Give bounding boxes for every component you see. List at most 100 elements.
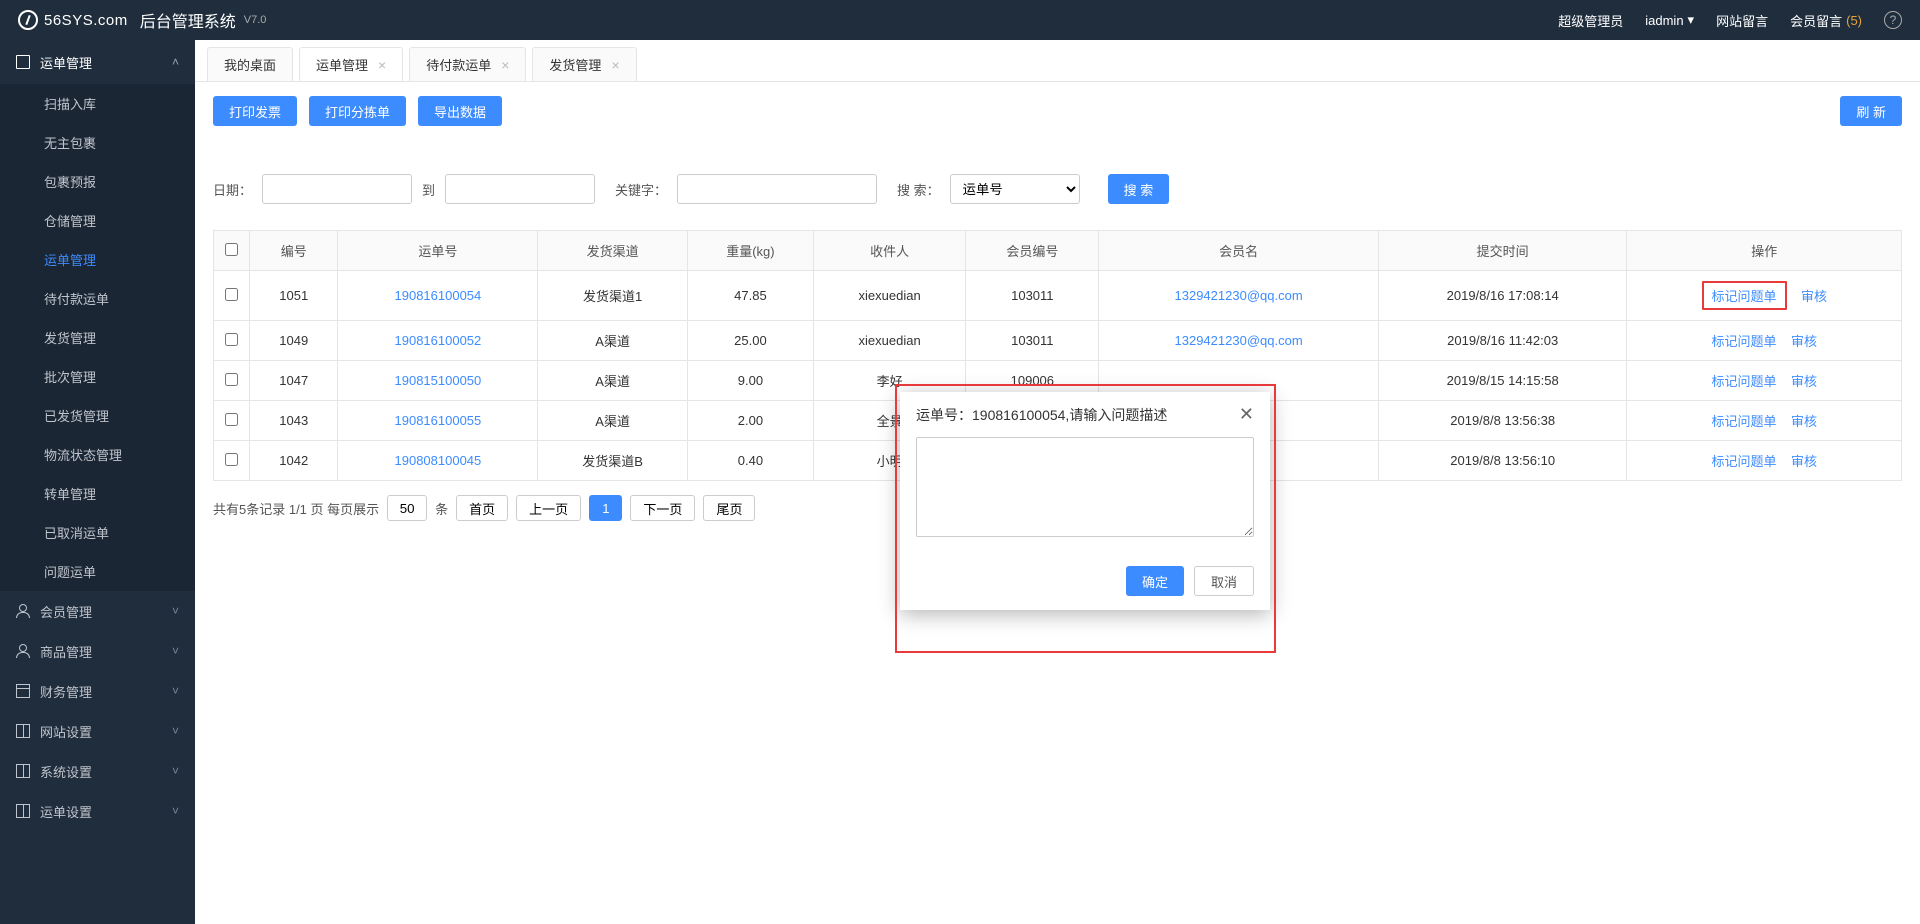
tab[interactable]: 运单管理× <box>299 47 403 81</box>
dialog-close-button[interactable]: ✕ <box>1239 404 1254 425</box>
audit-link[interactable]: 审核 <box>1791 414 1817 429</box>
print-sort-button[interactable]: 打印分拣单 <box>309 96 406 126</box>
audit-link[interactable]: 审核 <box>1791 334 1817 349</box>
keyword-input[interactable] <box>677 174 877 204</box>
problem-desc-textarea[interactable] <box>916 437 1254 537</box>
member-link[interactable]: 1329421230@qq.com <box>1175 288 1303 303</box>
date-to-label: 到 <box>422 180 435 199</box>
page-last-button[interactable]: 尾页 <box>703 495 755 521</box>
mark-problem-link[interactable]: 标记问题单 <box>1712 454 1777 469</box>
row-checkbox[interactable] <box>225 413 238 426</box>
pagination-unit: 条 <box>435 499 448 518</box>
sidebar-item[interactable]: 运单管理 <box>0 240 195 279</box>
menu-icon <box>16 644 30 658</box>
tab-close-icon[interactable]: × <box>378 57 386 73</box>
date-from-input[interactable] <box>262 174 412 204</box>
row-checkbox[interactable] <box>225 373 238 386</box>
print-invoice-button[interactable]: 打印发票 <box>213 96 297 126</box>
sidebar-item[interactable]: 扫描入库 <box>0 84 195 123</box>
sidebar-item[interactable]: 物流状态管理 <box>0 435 195 474</box>
page-prev-button[interactable]: 上一页 <box>516 495 581 521</box>
date-label: 日期： <box>213 180 252 199</box>
mark-problem-link[interactable]: 标记问题单 <box>1712 289 1777 304</box>
chevron-down-icon: ˅ <box>172 724 179 738</box>
menu-icon <box>16 804 30 818</box>
help-button[interactable]: ? <box>1884 11 1902 29</box>
sidebar-head-waybill[interactable]: 运单管理 ˄ <box>0 40 195 84</box>
sidebar-item[interactable]: 运单设置˅ <box>0 791 195 831</box>
menu-icon <box>16 764 30 778</box>
member-messages-label: 会员留言 <box>1790 11 1842 30</box>
search-by-label: 搜 索： <box>897 180 940 199</box>
row-checkbox[interactable] <box>225 453 238 466</box>
waybill-link[interactable]: 190816100054 <box>395 288 482 303</box>
toolbar: 打印发票 打印分拣单 导出数据 刷 新 <box>213 96 1902 126</box>
table-row: 1049190816100052A渠道25.00xiexuedian103011… <box>214 321 1902 361</box>
user-menu[interactable]: iadmin ▾ <box>1645 12 1694 28</box>
tab-close-icon[interactable]: × <box>501 57 509 73</box>
sidebar-item[interactable]: 网站设置˅ <box>0 711 195 751</box>
sidebar-item[interactable]: 会员管理˅ <box>0 591 195 631</box>
tab-close-icon[interactable]: × <box>611 57 619 73</box>
mark-problem-link[interactable]: 标记问题单 <box>1712 414 1777 429</box>
sidebar-item[interactable]: 包裹预报 <box>0 162 195 201</box>
row-checkbox[interactable] <box>225 333 238 346</box>
help-icon: ? <box>1884 11 1902 29</box>
sidebar-item[interactable]: 已取消运单 <box>0 513 195 552</box>
dialog-title: 运单号：190816100054,请输入问题描述 <box>916 405 1167 425</box>
row-checkbox[interactable] <box>225 288 238 301</box>
export-button[interactable]: 导出数据 <box>418 96 502 126</box>
menu-icon <box>16 684 30 698</box>
menu-icon <box>16 604 30 618</box>
page-next-button[interactable]: 下一页 <box>630 495 695 521</box>
chevron-down-icon: ▾ <box>1688 12 1695 28</box>
sidebar-item[interactable]: 商品管理˅ <box>0 631 195 671</box>
audit-link[interactable]: 审核 <box>1791 454 1817 469</box>
menu-icon <box>16 724 30 738</box>
sidebar-item[interactable]: 待付款运单 <box>0 279 195 318</box>
audit-link[interactable]: 审核 <box>1791 374 1817 389</box>
refresh-button[interactable]: 刷 新 <box>1840 96 1902 126</box>
waybill-link[interactable]: 190816100052 <box>395 333 482 348</box>
doc-icon <box>16 55 30 69</box>
dialog-ok-button[interactable]: 确定 <box>1126 566 1184 596</box>
page-current-button[interactable]: 1 <box>589 495 622 521</box>
date-to-input[interactable] <box>445 174 595 204</box>
member-messages[interactable]: 会员留言 (5) <box>1790 11 1862 30</box>
audit-link[interactable]: 审核 <box>1801 289 1827 304</box>
mark-problem-dialog: 运单号：190816100054,请输入问题描述 ✕ 确定 取消 <box>900 392 1270 610</box>
waybill-link[interactable]: 190816100055 <box>395 413 482 428</box>
waybill-link[interactable]: 190815100050 <box>395 373 482 388</box>
sidebar-item[interactable]: 批次管理 <box>0 357 195 396</box>
mark-problem-link[interactable]: 标记问题单 <box>1712 374 1777 389</box>
sidebar-item[interactable]: 问题运单 <box>0 552 195 591</box>
tab[interactable]: 待付款运单× <box>409 47 526 81</box>
tab[interactable]: 我的桌面 <box>207 47 293 81</box>
waybill-link[interactable]: 190808100045 <box>395 453 482 468</box>
site-messages[interactable]: 网站留言 <box>1716 11 1768 30</box>
dialog-header: 运单号：190816100054,请输入问题描述 ✕ <box>900 392 1270 437</box>
sidebar-head-label: 运单管理 <box>40 53 92 72</box>
sidebar-item[interactable]: 仓储管理 <box>0 201 195 240</box>
sidebar-item[interactable]: 系统设置˅ <box>0 751 195 791</box>
search-by-select[interactable]: 运单号 <box>950 174 1080 204</box>
table-header: 操作 <box>1627 231 1902 271</box>
sidebar-item[interactable]: 财务管理˅ <box>0 671 195 711</box>
sidebar-item[interactable]: 发货管理 <box>0 318 195 357</box>
tab[interactable]: 发货管理× <box>532 47 636 81</box>
filter-bar: 日期： 到 关键字： 搜 索： 运单号 搜 索 <box>213 174 1902 204</box>
page-first-button[interactable]: 首页 <box>456 495 508 521</box>
version: V7.0 <box>244 14 267 26</box>
member-link[interactable]: 1329421230@qq.com <box>1175 333 1303 348</box>
mark-problem-link[interactable]: 标记问题单 <box>1712 334 1777 349</box>
sidebar-item[interactable]: 无主包裹 <box>0 123 195 162</box>
sidebar-item[interactable]: 转单管理 <box>0 474 195 513</box>
select-all-checkbox[interactable] <box>225 243 238 256</box>
pagination-summary: 共有5条记录 1/1 页 每页展示 <box>213 499 379 518</box>
chevron-down-icon: ˅ <box>172 764 179 778</box>
search-button[interactable]: 搜 索 <box>1108 174 1170 204</box>
per-page-input[interactable] <box>387 495 427 521</box>
dialog-cancel-button[interactable]: 取消 <box>1194 566 1254 596</box>
sidebar-item[interactable]: 已发货管理 <box>0 396 195 435</box>
table-header: 收件人 <box>813 231 965 271</box>
